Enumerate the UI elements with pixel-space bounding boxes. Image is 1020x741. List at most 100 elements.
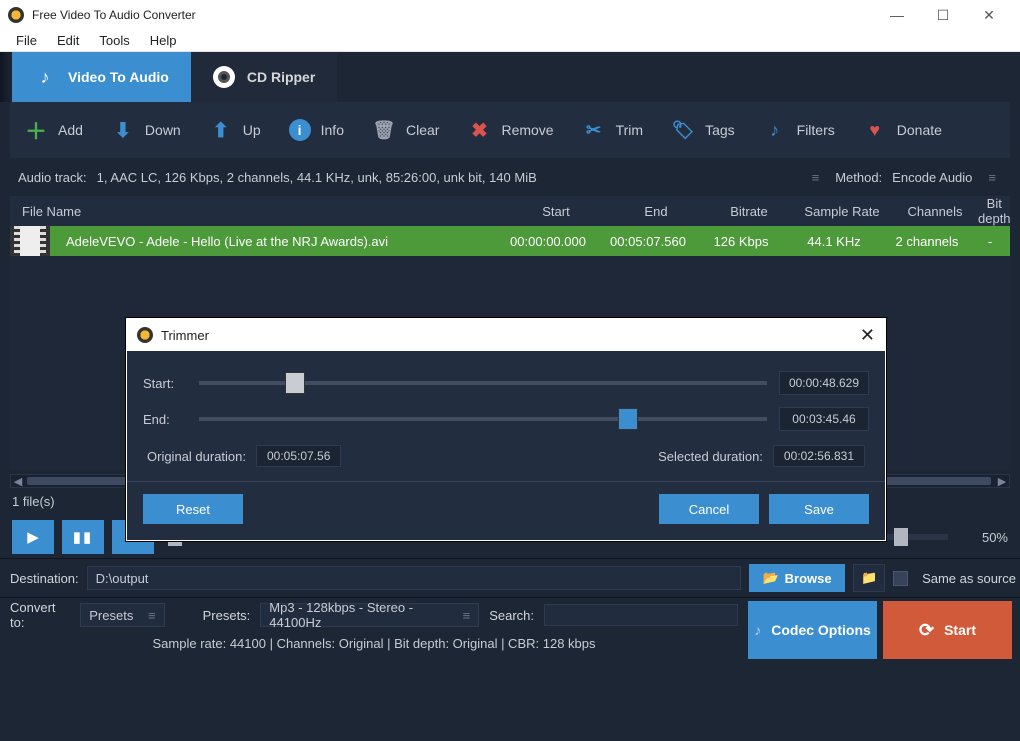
tag-icon: 🏷 <box>671 118 695 142</box>
trimmer-titlebar: Trimmer ✕ <box>127 319 885 351</box>
window-title: Free Video To Audio Converter <box>32 8 874 22</box>
remove-button[interactable]: ✖Remove <box>467 118 553 142</box>
open-folder-button[interactable]: 📁 <box>853 564 885 592</box>
folder-icon: 📁 <box>861 570 877 586</box>
arrow-up-icon: ⬆ <box>209 118 233 142</box>
titlebar: Free Video To Audio Converter — ☐ ✕ <box>0 0 1020 30</box>
tab-label: CD Ripper <box>247 69 315 85</box>
start-label: Start: <box>143 376 187 391</box>
end-slider[interactable] <box>199 417 767 421</box>
gear-icon: ♪ <box>754 622 761 638</box>
trim-button[interactable]: ✂Trim <box>582 118 643 142</box>
audio-track-label: Audio track: <box>18 170 87 185</box>
volume-thumb[interactable] <box>894 528 908 546</box>
save-button[interactable]: Save <box>769 494 869 524</box>
trimmer-dialog: Trimmer ✕ Start: 00:00:48.629 End: 00:03… <box>126 318 886 541</box>
conversion-info: Sample rate: 44100 | Channels: Original … <box>0 632 748 651</box>
same-source-checkbox[interactable] <box>893 571 908 586</box>
search-label: Search: <box>489 608 534 623</box>
info-button[interactable]: iInfo <box>289 119 344 141</box>
method-value[interactable]: Encode Audio <box>892 170 972 185</box>
bottom-row: Convert to: Presets≡ Presets: Mp3 - 128k… <box>0 598 1020 662</box>
cancel-button[interactable]: Cancel <box>659 494 759 524</box>
menu-tools[interactable]: Tools <box>89 31 139 50</box>
up-button[interactable]: ⬆Up <box>209 118 261 142</box>
presets-select[interactable]: Mp3 - 128kbps - Stereo - 44100Hz≡ <box>260 603 479 627</box>
film-icon <box>10 226 50 256</box>
minimize-button[interactable]: — <box>874 0 920 30</box>
close-icon[interactable]: ✕ <box>860 325 875 346</box>
cell-start: 00:00:00.000 <box>498 234 598 249</box>
down-button[interactable]: ⬇Down <box>111 118 181 142</box>
audio-track-value[interactable]: 1, AAC LC, 126 Kbps, 2 channels, 44.1 KH… <box>97 170 537 185</box>
menu-edit[interactable]: Edit <box>47 31 89 50</box>
add-button[interactable]: ＋Add <box>24 118 83 142</box>
browse-button[interactable]: 📂Browse <box>749 564 845 592</box>
tab-label: Video To Audio <box>68 69 169 85</box>
filters-button[interactable]: ♪Filters <box>763 118 835 142</box>
col-start[interactable]: Start <box>506 204 606 219</box>
original-duration-value: 00:05:07.56 <box>256 445 341 467</box>
heart-icon: ♥ <box>863 118 887 142</box>
play-button[interactable]: ▶ <box>12 520 54 554</box>
original-duration-label: Original duration: <box>147 449 246 464</box>
info-icon: i <box>289 119 311 141</box>
start-value[interactable]: 00:00:48.629 <box>779 371 869 395</box>
scroll-right-icon[interactable]: ▶ <box>995 475 1009 487</box>
col-channels[interactable]: Channels <box>892 204 978 219</box>
hamburger-icon: ≡ <box>148 608 156 623</box>
cell-bitrate: 126 Kbps <box>698 234 784 249</box>
col-bitrate[interactable]: Bitrate <box>706 204 792 219</box>
destination-row: Destination: 📂Browse 📁 Same as source <box>0 559 1020 597</box>
convert-to-select[interactable]: Presets≡ <box>80 603 164 627</box>
clear-button[interactable]: 🗑Clear <box>372 118 439 142</box>
toolbar: ＋Add ⬇Down ⬆Up iInfo 🗑Clear ✖Remove ✂Tri… <box>10 102 1010 158</box>
donate-button[interactable]: ♥Donate <box>863 118 942 142</box>
app-icon <box>8 7 24 23</box>
selected-duration-label: Selected duration: <box>658 449 763 464</box>
close-button[interactable]: ✕ <box>966 0 1012 30</box>
scroll-left-icon[interactable]: ◀ <box>11 475 25 487</box>
end-thumb[interactable] <box>618 408 638 430</box>
folder-open-icon: 📂 <box>762 570 778 586</box>
tab-video-to-audio[interactable]: Video To Audio <box>12 52 191 102</box>
refresh-icon: ⟳ <box>919 620 934 641</box>
hamburger-icon[interactable]: ≡ <box>982 170 1002 185</box>
pause-button[interactable]: ▮▮ <box>62 520 104 554</box>
tags-button[interactable]: 🏷Tags <box>671 118 735 142</box>
scissors-icon: ✂ <box>582 118 606 142</box>
end-value[interactable]: 00:03:45.46 <box>779 407 869 431</box>
menu-help[interactable]: Help <box>140 31 187 50</box>
col-end[interactable]: End <box>606 204 706 219</box>
hamburger-icon: ≡ <box>463 608 471 623</box>
app-icon <box>137 327 153 343</box>
trash-icon: 🗑 <box>372 118 396 142</box>
method-label: Method: <box>835 170 882 185</box>
cell-bitdepth: - <box>970 234 1010 249</box>
start-thumb[interactable] <box>285 372 305 394</box>
maximize-button[interactable]: ☐ <box>920 0 966 30</box>
col-bitdepth[interactable]: Bit depth <box>978 196 1011 226</box>
menu-file[interactable]: File <box>6 31 47 50</box>
cell-filename: AdeleVEVO - Adele - Hello (Live at the N… <box>66 234 498 249</box>
table-row[interactable]: AdeleVEVO - Adele - Hello (Live at the N… <box>10 226 1010 256</box>
presets-label: Presets: <box>203 608 251 623</box>
hamburger-icon[interactable]: ≡ <box>806 170 826 185</box>
reset-button[interactable]: Reset <box>143 494 243 524</box>
destination-input[interactable] <box>87 566 741 590</box>
start-button[interactable]: ⟳Start <box>883 601 1012 659</box>
trimmer-title: Trimmer <box>161 328 209 343</box>
destination-label: Destination: <box>10 571 79 586</box>
music-note-icon <box>34 66 56 88</box>
plus-icon: ＋ <box>24 118 48 142</box>
main-tabs: Video To Audio CD Ripper <box>0 52 1020 102</box>
cell-channels: 2 channels <box>884 234 970 249</box>
col-file[interactable]: File Name <box>18 204 506 219</box>
start-slider[interactable] <box>199 381 767 385</box>
audio-track-row: Audio track: 1, AAC LC, 126 Kbps, 2 chan… <box>0 158 1020 196</box>
col-sample[interactable]: Sample Rate <box>792 204 892 219</box>
convert-to-label: Convert to: <box>10 600 70 630</box>
codec-options-button[interactable]: ♪Codec Options <box>748 601 877 659</box>
search-input[interactable] <box>544 604 738 626</box>
tab-cd-ripper[interactable]: CD Ripper <box>191 52 337 102</box>
